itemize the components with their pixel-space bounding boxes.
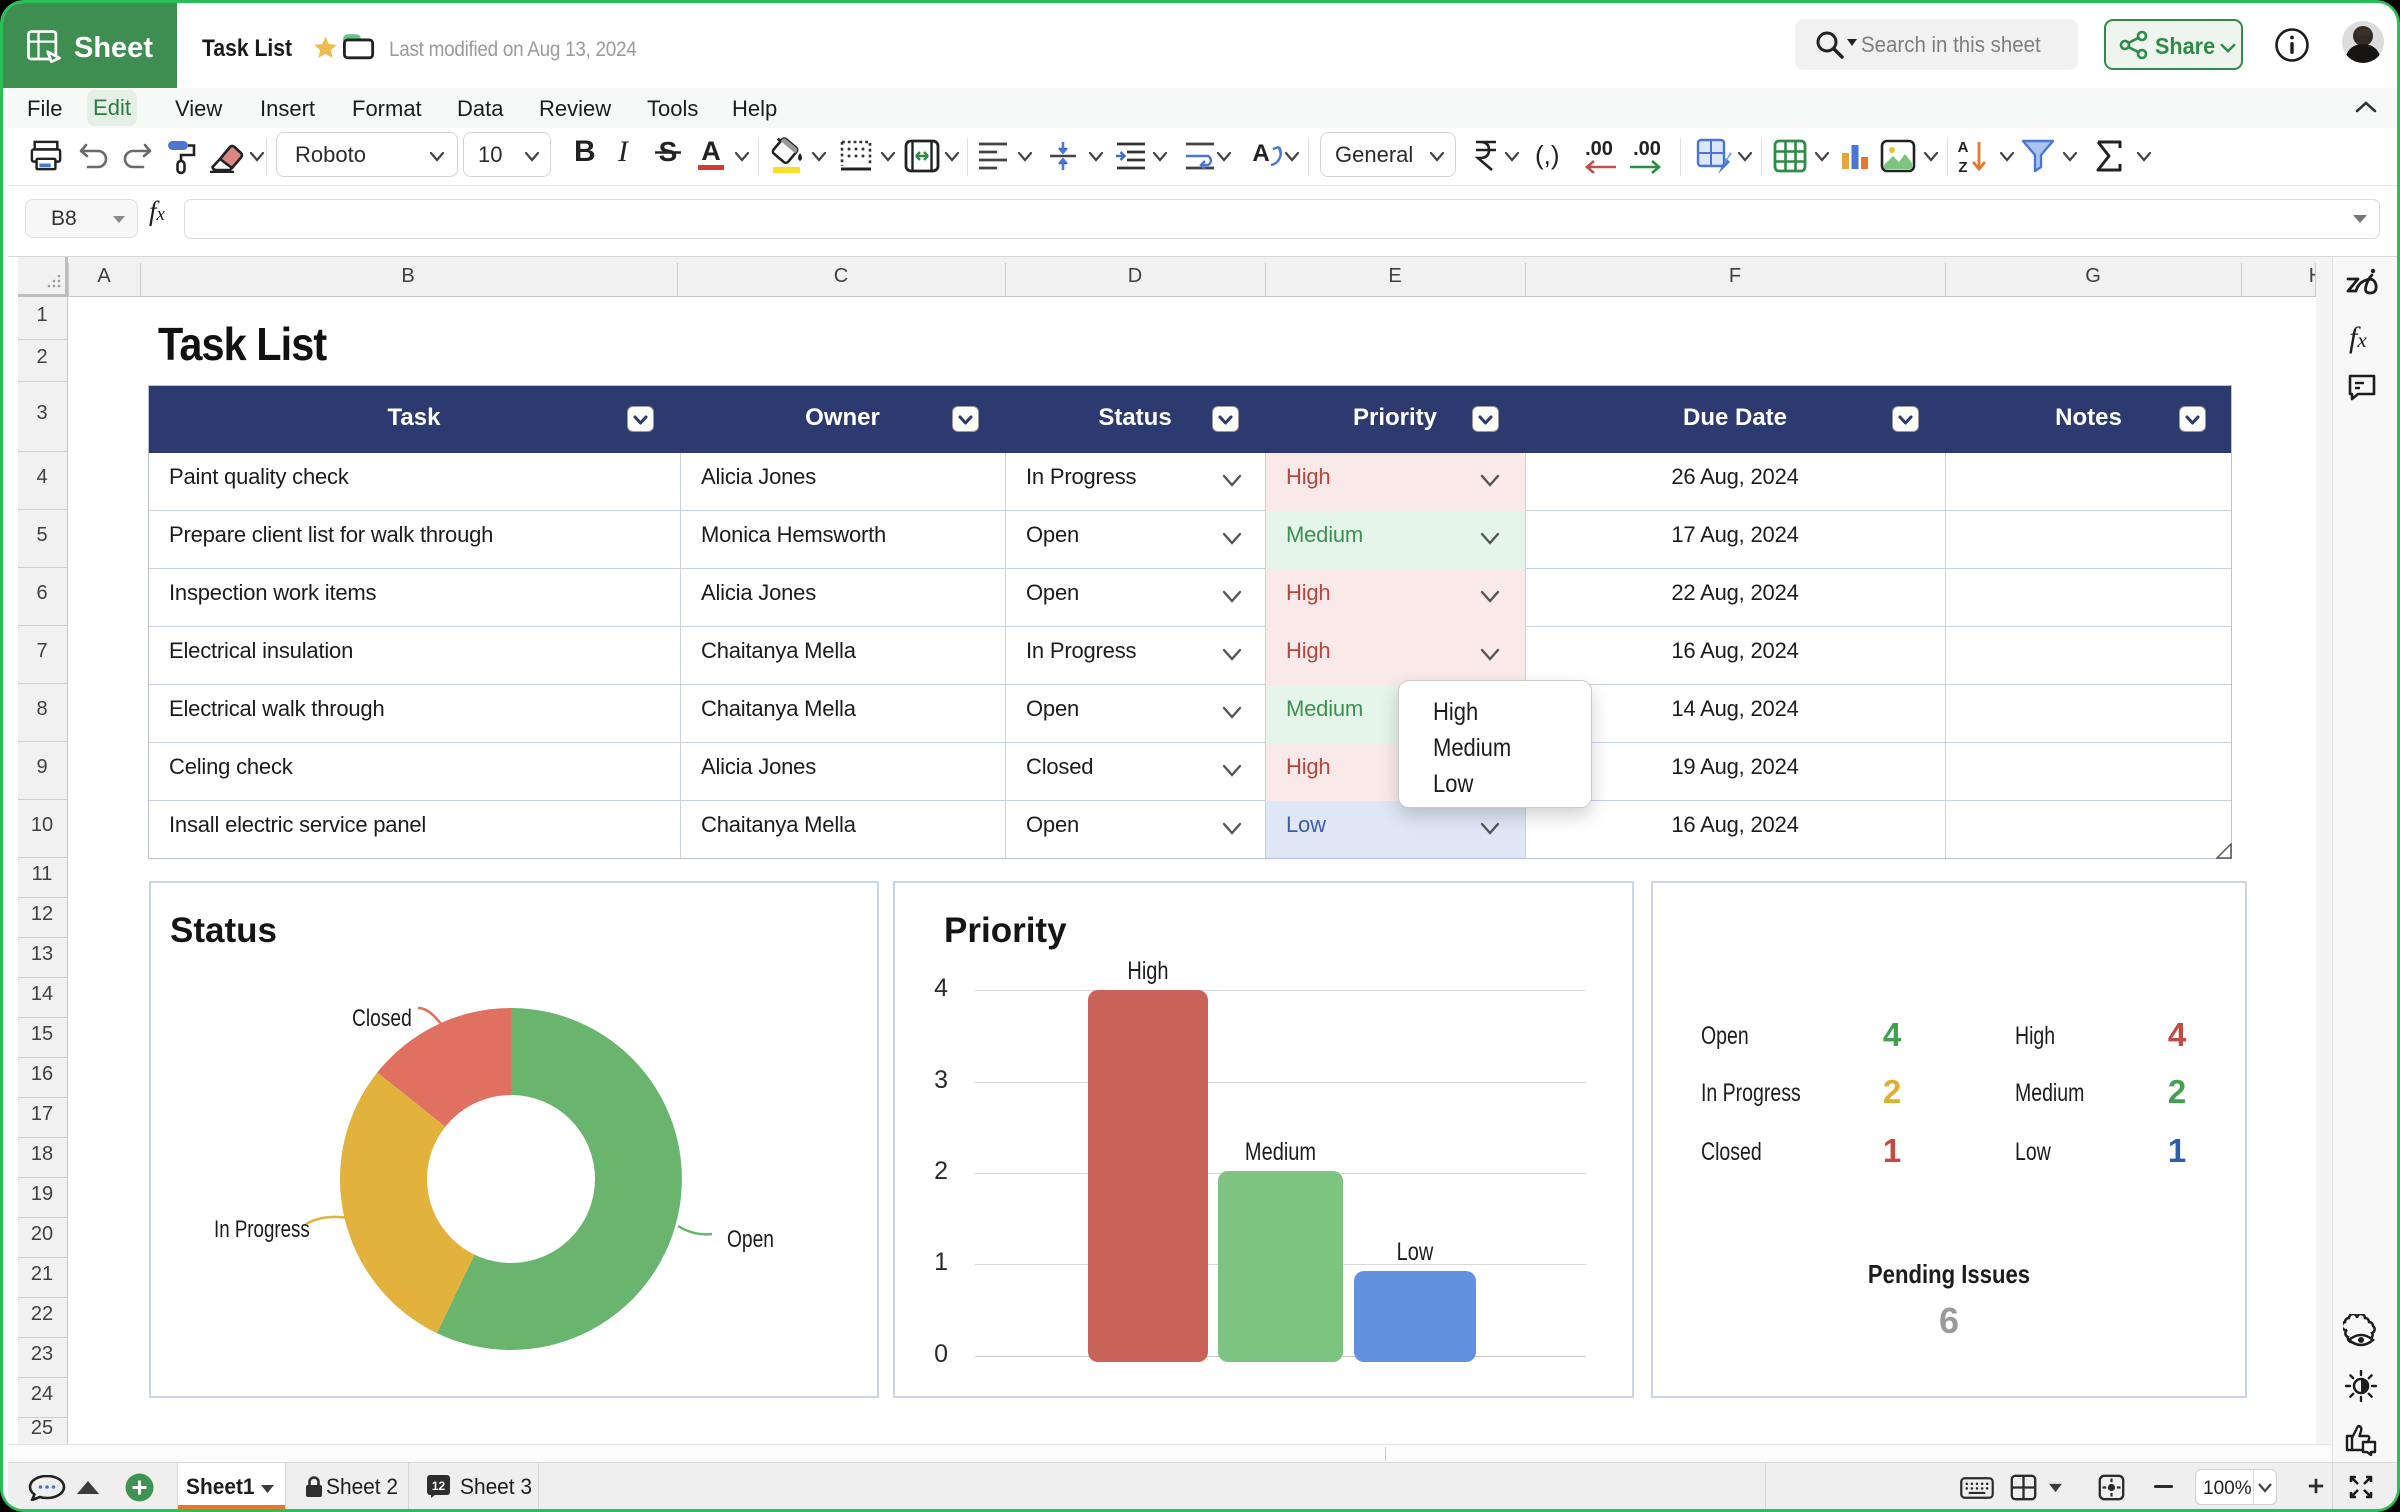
svg-text:.00: .00: [1585, 139, 1613, 160]
svg-text:.00: .00: [1633, 139, 1661, 160]
svg-text:A: A: [1252, 140, 1269, 167]
svg-text:12: 12: [432, 1479, 446, 1493]
svg-text:A: A: [1958, 139, 1969, 156]
svg-text:A: A: [701, 137, 721, 166]
svg-text:Z: Z: [1958, 159, 1967, 176]
